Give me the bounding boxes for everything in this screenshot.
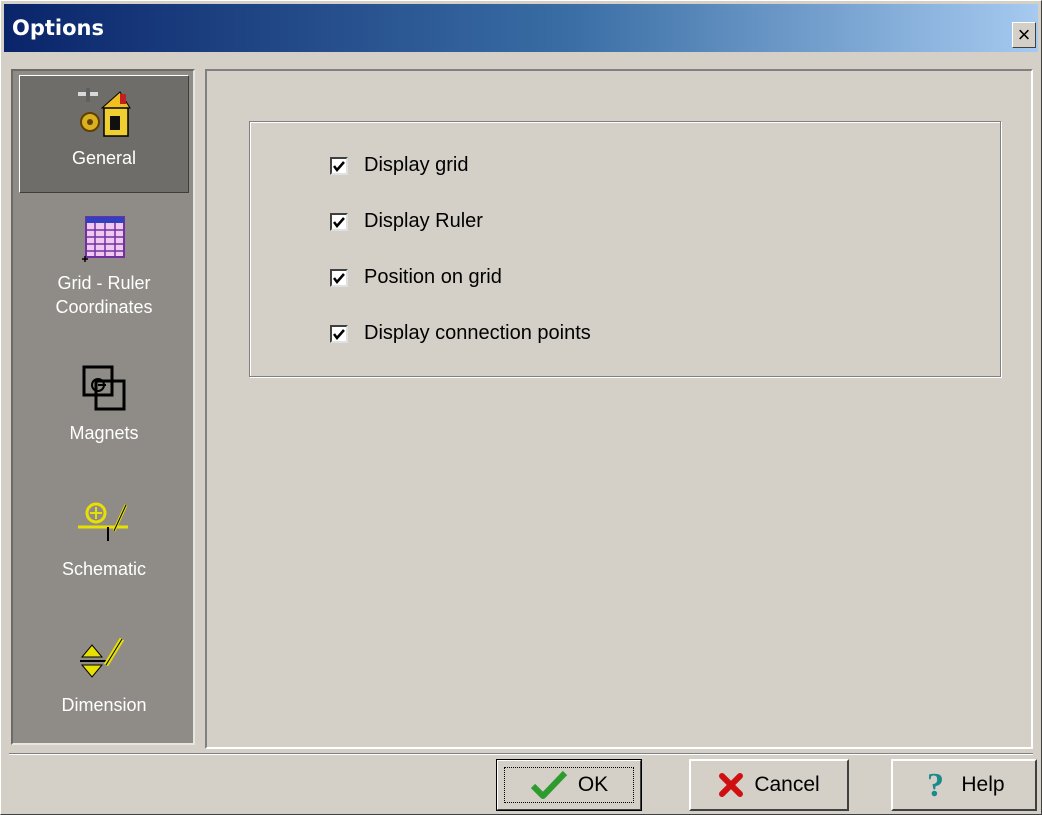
options-dialog: Options × General Grid - Ruler Coordinat…	[0, 0, 1042, 815]
cancel-button-label: Cancel	[754, 773, 820, 796]
checkmark-icon	[333, 216, 345, 228]
ok-button[interactable]: OK	[496, 759, 642, 811]
sidebar-item-general[interactable]: General	[19, 75, 189, 193]
close-icon: ×	[1017, 22, 1031, 47]
general-settings-icon	[78, 88, 131, 137]
checkbox-box[interactable]	[330, 268, 348, 287]
checkbox-box[interactable]	[330, 324, 348, 343]
sidebar-item-label: General	[71, 148, 137, 168]
display-ruler-checkbox[interactable]: Display Ruler	[330, 210, 483, 233]
checkbox-label: Display grid	[364, 154, 469, 176]
magnet-icon	[82, 365, 126, 411]
dimension-icon	[80, 637, 125, 678]
svg-text:?: ?	[927, 768, 944, 802]
help-button-label: Help	[961, 773, 1005, 796]
display-connection-points-checkbox[interactable]: Display connection points	[330, 322, 591, 345]
cancel-button[interactable]: Cancel	[689, 759, 849, 811]
grid-icon	[82, 216, 125, 262]
general-options-panel: Display grid Display Ruler Position on g…	[205, 69, 1033, 749]
sidebar-item-label: Dimension	[61, 695, 147, 715]
checkbox-label: Position on grid	[364, 266, 502, 288]
checkbox-box[interactable]	[330, 156, 348, 175]
question-mark-icon: ?	[927, 768, 944, 802]
sidebar-item-schematic[interactable]: Schematic	[19, 497, 189, 617]
schematic-icon	[78, 502, 128, 541]
sidebar-item-label: Magnets	[69, 423, 139, 443]
checkbox-label: Display Ruler	[364, 210, 483, 232]
sidebar-item-dimension[interactable]: Dimension	[19, 633, 189, 741]
checkmark-icon	[333, 160, 345, 172]
sidebar-item-label: Schematic	[61, 559, 147, 579]
position-on-grid-checkbox[interactable]: Position on grid	[330, 266, 502, 289]
red-x-icon	[719, 773, 744, 797]
sidebar-item-grid-ruler-coordinates[interactable]: Grid - Ruler Coordinates	[19, 211, 189, 343]
dialog-title: Options	[12, 16, 104, 40]
checkbox-box[interactable]	[330, 212, 348, 231]
title-bar[interactable]: Options ×	[4, 4, 1038, 52]
display-grid-checkbox[interactable]: Display grid	[330, 154, 468, 177]
checkmark-icon	[333, 328, 345, 340]
sidebar-item-label: Grid - Ruler Coordinates	[55, 273, 153, 317]
options-category-sidebar: General Grid - Ruler Coordinates Magnets…	[11, 69, 195, 745]
help-button[interactable]: ? Help	[891, 759, 1037, 811]
sidebar-item-magnets[interactable]: Magnets	[19, 361, 189, 481]
checkmark-icon	[333, 272, 345, 284]
checkbox-label: Display connection points	[364, 322, 591, 344]
close-button[interactable]: ×	[1012, 22, 1036, 48]
footer-divider	[9, 753, 1033, 755]
general-options-group: Display grid Display Ruler Position on g…	[249, 121, 1001, 377]
